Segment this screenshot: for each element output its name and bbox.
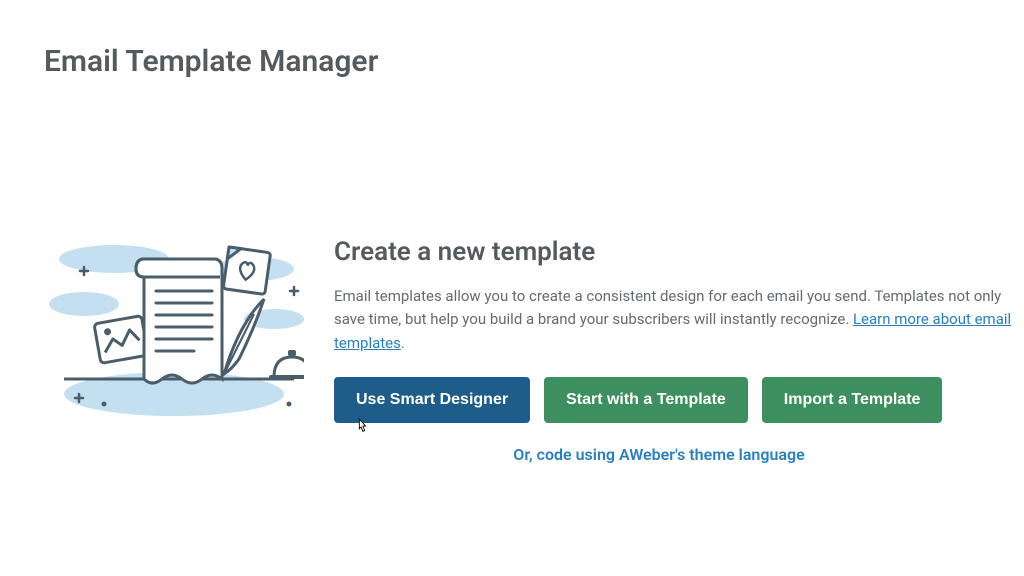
code-theme-language-link[interactable]: Or, code using AWeber's theme language bbox=[513, 445, 804, 464]
content-panel: Create a new template Email templates al… bbox=[334, 229, 1024, 464]
use-smart-designer-button[interactable]: Use Smart Designer bbox=[334, 377, 530, 423]
import-template-button[interactable]: Import a Template bbox=[762, 377, 943, 423]
section-description: Email templates allow you to create a co… bbox=[334, 285, 1024, 355]
main-content: Create a new template Email templates al… bbox=[0, 79, 1024, 464]
section-heading: Create a new template bbox=[334, 237, 1024, 267]
start-with-template-button[interactable]: Start with a Template bbox=[544, 377, 748, 423]
page-title: Email Template Manager bbox=[0, 0, 1024, 79]
template-illustration bbox=[44, 229, 304, 429]
button-row: Use Smart Designer Start with a Template… bbox=[334, 377, 1024, 423]
description-suffix: . bbox=[401, 334, 405, 352]
alt-link-row: Or, code using AWeber's theme language bbox=[334, 445, 1024, 464]
